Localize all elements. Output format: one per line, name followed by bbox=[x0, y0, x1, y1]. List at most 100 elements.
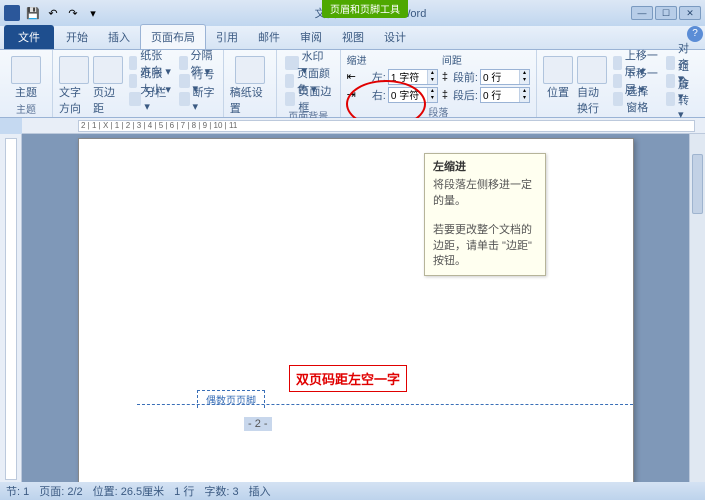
ruler-v-scale bbox=[5, 138, 17, 480]
page-borders-icon bbox=[285, 92, 296, 106]
tooltip-body1: 将段落左侧移进一定的量。 bbox=[433, 178, 537, 209]
indent-right-input[interactable] bbox=[389, 89, 427, 100]
indent-left-label: 左: bbox=[358, 69, 386, 85]
size-icon bbox=[129, 74, 137, 88]
tab-mailings[interactable]: 邮件 bbox=[248, 25, 290, 49]
indent-left-icon: ⇤ bbox=[347, 70, 356, 83]
file-tab[interactable]: 文件 bbox=[4, 25, 54, 49]
tab-view[interactable]: 视图 bbox=[332, 25, 374, 49]
line-numbers-icon bbox=[179, 74, 189, 88]
redo-icon[interactable]: ↷ bbox=[64, 4, 82, 22]
hyphenation-icon bbox=[179, 92, 189, 106]
spacing-after-row: ‡ 段后: ▴▾ bbox=[442, 86, 530, 103]
indent-right-icon: ⇥ bbox=[347, 88, 356, 101]
spinner-down-icon[interactable]: ▾ bbox=[427, 77, 437, 84]
tooltip: 左缩进 将段落左侧移进一定的量。 若要更改整个文档的边距，请单击 "边距" 按钮… bbox=[424, 153, 546, 276]
tab-design-context[interactable]: 设计 bbox=[374, 25, 416, 49]
spinner-down-icon[interactable]: ▾ bbox=[519, 77, 529, 84]
vertical-scrollbar[interactable] bbox=[689, 134, 705, 484]
spacing-before-spinner[interactable]: ▴▾ bbox=[480, 69, 530, 85]
horizontal-ruler[interactable]: 2 | 1 | X | 1 | 2 | 3 | 4 | 5 | 6 | 7 | … bbox=[22, 118, 705, 134]
indent-right-spinner[interactable]: ▴▾ bbox=[388, 87, 438, 103]
align-icon bbox=[666, 56, 675, 70]
spacing-before-input[interactable] bbox=[481, 71, 519, 82]
spinner-up-icon[interactable]: ▴ bbox=[427, 70, 437, 77]
text-direction-icon bbox=[59, 56, 89, 84]
rotate-button[interactable]: 旋转 ▾ bbox=[664, 90, 699, 107]
wrap-text-button[interactable]: 自动换行 bbox=[577, 52, 607, 116]
undo-icon[interactable]: ↶ bbox=[44, 4, 62, 22]
tab-page-layout[interactable]: 页面布局 bbox=[140, 24, 206, 49]
spinner-up-icon[interactable]: ▴ bbox=[519, 88, 529, 95]
spacing-title: 间距 bbox=[442, 52, 530, 67]
group-themes: 主题 主题 bbox=[0, 50, 53, 117]
save-icon[interactable]: 💾 bbox=[24, 4, 42, 22]
page-color-icon bbox=[285, 74, 294, 88]
spacing-after-input[interactable] bbox=[481, 89, 519, 100]
status-page[interactable]: 页面: 2/2 bbox=[39, 483, 82, 499]
status-section[interactable]: 节: 1 bbox=[6, 483, 29, 499]
margins-button[interactable]: 页边距 bbox=[93, 52, 123, 116]
status-line[interactable]: 1 行 bbox=[174, 483, 194, 499]
group-icon bbox=[666, 74, 675, 88]
columns-icon bbox=[129, 92, 141, 106]
status-word-count[interactable]: 字数: 3 bbox=[204, 483, 238, 499]
text-direction-button[interactable]: 文字方向 bbox=[59, 52, 89, 116]
themes-button[interactable]: 主题 bbox=[6, 52, 46, 100]
manuscript-button[interactable]: 稿纸设置 bbox=[230, 52, 270, 116]
spacing-before-label: 段前: bbox=[450, 69, 478, 85]
ruler-scale: 2 | 1 | X | 1 | 2 | 3 | 4 | 5 | 6 | 7 | … bbox=[78, 120, 695, 132]
qat-more-icon[interactable]: ▾ bbox=[84, 4, 102, 22]
position-button[interactable]: 位置 bbox=[543, 52, 573, 100]
indent-left-spinner[interactable]: ▴▾ bbox=[388, 69, 438, 85]
page-number-text[interactable]: - 2 - bbox=[244, 417, 272, 431]
selection-pane-icon bbox=[613, 92, 623, 106]
minimize-button[interactable]: — bbox=[631, 6, 653, 20]
wrap-text-icon bbox=[577, 56, 607, 84]
red-annotation-box: 双页码距左空一字 bbox=[289, 365, 407, 392]
rotate-label: 旋转 ▾ bbox=[678, 76, 697, 121]
manuscript-label: 稿纸设置 bbox=[230, 84, 270, 116]
tooltip-title: 左缩进 bbox=[433, 160, 537, 175]
maximize-button[interactable]: ☐ bbox=[655, 6, 677, 20]
themes-label: 主题 bbox=[15, 84, 37, 100]
bring-forward-icon bbox=[613, 56, 622, 70]
indent-right-label: 右: bbox=[358, 87, 386, 103]
tab-references[interactable]: 引用 bbox=[206, 25, 248, 49]
selection-pane-button[interactable]: 选择窗格 bbox=[611, 90, 660, 107]
position-label: 位置 bbox=[547, 84, 569, 100]
ribbon: 主题 主题 文字方向 页边距 纸张方向 ▾ 纸张大小 ▾ 分栏 ▾ 分隔符 ▾ … bbox=[0, 50, 705, 118]
spacing-before-icon: ‡ bbox=[442, 71, 448, 83]
hyphenation-button[interactable]: 断字 ▾ bbox=[177, 90, 216, 107]
scrollbar-thumb[interactable] bbox=[692, 154, 703, 214]
text-direction-label: 文字方向 bbox=[59, 84, 89, 116]
tab-home[interactable]: 开始 bbox=[56, 25, 98, 49]
tab-review[interactable]: 审阅 bbox=[290, 25, 332, 49]
tab-insert[interactable]: 插入 bbox=[98, 25, 140, 49]
manuscript-icon bbox=[235, 56, 265, 84]
indent-left-input[interactable] bbox=[389, 71, 427, 82]
page-borders-button[interactable]: 页面边框 bbox=[283, 90, 334, 107]
spinner-down-icon[interactable]: ▾ bbox=[427, 95, 437, 102]
spacing-after-spinner[interactable]: ▴▾ bbox=[480, 87, 530, 103]
spinner-up-icon[interactable]: ▴ bbox=[427, 88, 437, 95]
position-icon bbox=[543, 56, 573, 84]
breaks-icon bbox=[179, 56, 187, 70]
document-page[interactable]: 左缩进 将段落左侧移进一定的量。 若要更改整个文档的边距，请单击 "边距" 按钮… bbox=[78, 138, 634, 484]
indent-left-row: ⇤ 左: ▴▾ bbox=[347, 68, 438, 85]
indent-title: 缩进 bbox=[347, 52, 438, 67]
columns-button[interactable]: 分栏 ▾ bbox=[127, 90, 173, 107]
orientation-icon bbox=[129, 56, 137, 70]
themes-icon bbox=[11, 56, 41, 84]
spinner-up-icon[interactable]: ▴ bbox=[519, 70, 529, 77]
status-insert-mode[interactable]: 插入 bbox=[249, 483, 271, 499]
group-label-themes: 主题 bbox=[6, 100, 46, 117]
document-area[interactable]: 左缩进 将段落左侧移进一定的量。 若要更改整个文档的边距，请单击 "边距" 按钮… bbox=[22, 134, 705, 484]
status-position[interactable]: 位置: 26.5厘米 bbox=[93, 483, 165, 499]
vertical-ruler[interactable] bbox=[0, 134, 22, 484]
footer-section-tab[interactable]: 偶数页页脚 bbox=[197, 390, 265, 408]
window-controls: — ☐ ✕ bbox=[631, 6, 701, 20]
spinner-down-icon[interactable]: ▾ bbox=[519, 95, 529, 102]
group-page-setup: 文字方向 页边距 纸张方向 ▾ 纸张大小 ▾ 分栏 ▾ 分隔符 ▾ 行号 ▾ 断… bbox=[53, 50, 224, 117]
close-button[interactable]: ✕ bbox=[679, 6, 701, 20]
